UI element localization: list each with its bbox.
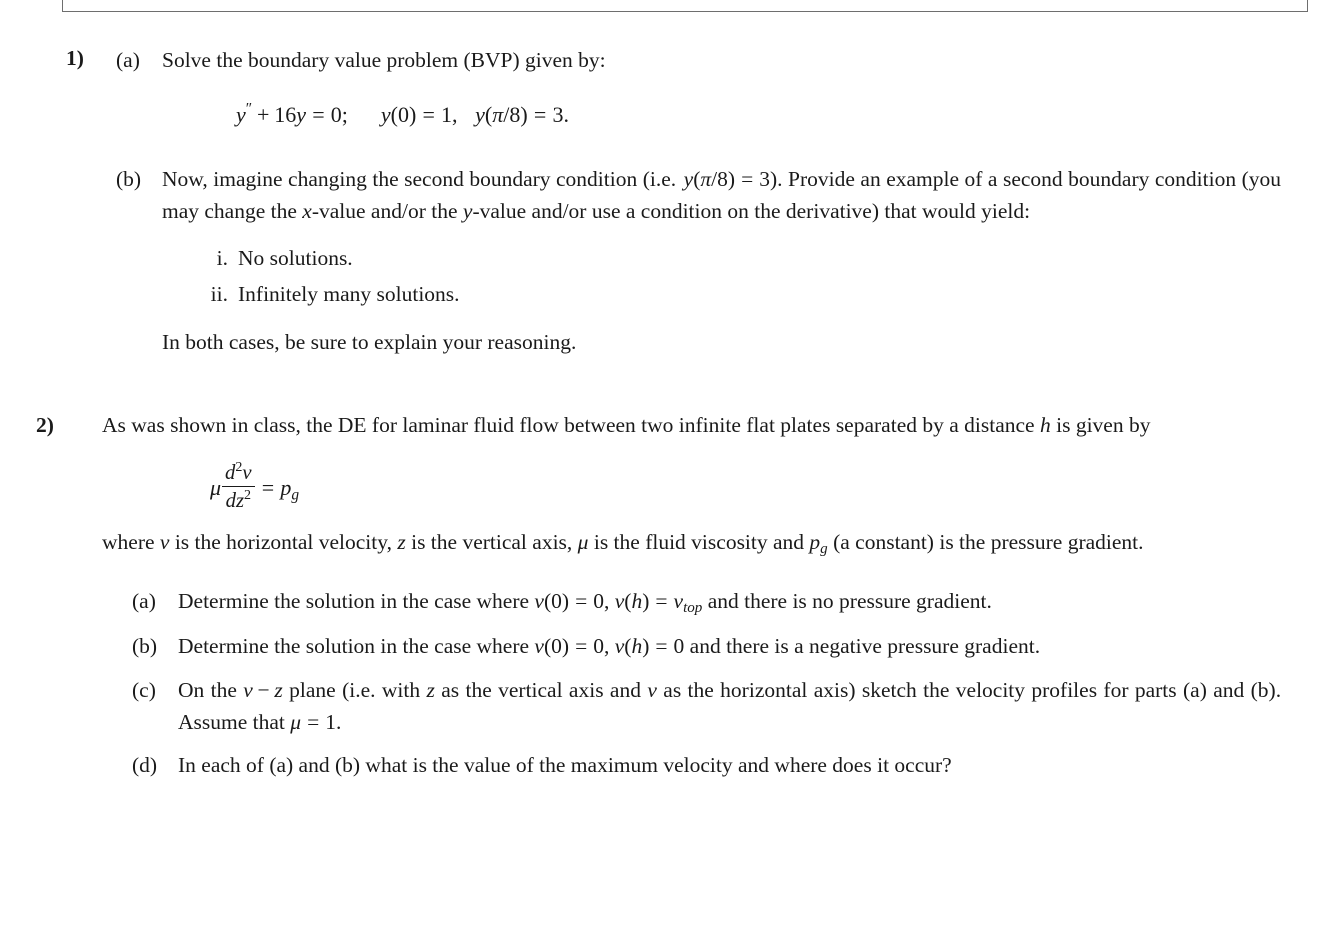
header-due-date-box: 2nd at 11:59 P.M.: [62, 0, 1308, 12]
problem-2-equation: μ d2v dz2 = pg: [102, 458, 1281, 513]
where-text-1: where: [102, 529, 155, 554]
problem-1-part-b-text-4: -value and/or use a condition on the der…: [472, 198, 1031, 223]
problem-2-part-c-label: (c): [132, 677, 156, 702]
problem-1-part-b-closing: In both cases, be sure to explain your r…: [162, 329, 577, 354]
inline-math-h: h: [1039, 413, 1051, 437]
problem-2-part-a-label: (a): [132, 589, 156, 613]
where-text-5: (a constant) is the pressure gradient.: [833, 529, 1144, 554]
problem-1-part-a: (a) Solve the boundary value problem (BV…: [116, 45, 1281, 77]
problem-1-part-b-text-1: Now, imagine changing the second boundar…: [162, 167, 677, 192]
problem-2-part-b-label: (b): [132, 634, 158, 659]
fraction-d2v-dz2: d2v dz2: [222, 459, 255, 513]
problem-1-part-a-body: Solve the boundary value problem (BVP) g…: [162, 45, 1281, 77]
inline-math-bc-original: y(π/8) = 3: [683, 167, 770, 192]
problem-2-part-d-text: In each of (a) and (b) what is the value…: [178, 753, 952, 778]
where-text-4: is the fluid viscosity and: [593, 529, 805, 554]
problem-2-part-d: (d) In each of (a) and (b) what is the v…: [132, 750, 1281, 782]
problem-2-intro: As was shown in class, the DE for lamina…: [102, 410, 1281, 782]
problem-2-part-c-text-3: as the vertical axis and: [441, 677, 641, 702]
inline-math-mu: μ: [577, 529, 589, 554]
roman-item-ii-label: ii.: [210, 282, 228, 307]
inline-math-v-horizontal: v: [647, 677, 657, 702]
problem-2-intro-text-1: As was shown in class, the DE for lamina…: [102, 413, 1035, 437]
problem-2-part-c: (c) On the v − z plane (i.e. with z as the…: [132, 675, 1281, 738]
problem-2-part-b-text-2: and there is a negative pressure gradien…: [689, 634, 1041, 659]
problem-1-part-b-label: (b): [116, 167, 142, 192]
subscript-top: top: [683, 600, 703, 617]
where-text-3: is the vertical axis,: [411, 529, 573, 554]
problem-2-part-b-text-1: Determine the solution in the case where: [178, 634, 530, 659]
problem-2-part-c-text-2: plane (i.e. with: [289, 677, 421, 702]
inline-math-mu-equals-1: μ = 1: [290, 709, 336, 734]
roman-item-i-label: i.: [216, 246, 228, 271]
roman-item-ii-text: Infinitely many solutions.: [238, 282, 460, 307]
problem-1-number: 1): [66, 46, 84, 70]
problem-2-part-d-label: (d): [132, 753, 158, 778]
inline-math-bc-a: v(0) = 0, v(h) = vtop: [534, 589, 703, 617]
problem-1-part-a-label: (a): [116, 48, 140, 72]
problem-1-part-b: (b) Now, imagine changing the second bou…: [116, 164, 1281, 358]
problem-2-intro-text: As was shown in class, the DE for lamina…: [102, 410, 1281, 442]
inline-math-x: x: [302, 198, 312, 223]
problem-2-part-a-text-1: Determine the solution in the case where: [178, 589, 530, 613]
inline-math-y: y: [462, 198, 473, 223]
problem-2-part-a-text-2: and there is no pressure gradient.: [707, 589, 992, 613]
problem-2-intro-text-2: is given by: [1056, 413, 1151, 437]
problem-2-part-c-text-1: On the: [178, 677, 237, 702]
inline-math-z: z: [397, 529, 406, 554]
problem-1-part-a-equation: y″ +16y = 0; y(0) = 1, y(π/8) = 3.: [66, 99, 1281, 132]
problem-2-part-b: (b) Determine the solution in the case w…: [132, 631, 1281, 663]
equation-bvp: y″ +16y = 0; y(0) = 1, y(π/8) = 3.: [236, 100, 569, 127]
inline-math-v: v: [159, 529, 170, 554]
problem-2-where-text: where v is the horizontal velocity, z is…: [102, 527, 1281, 560]
roman-item-i-text: No solutions.: [238, 246, 353, 271]
inline-math-z-vertical: z: [426, 677, 435, 702]
roman-item-i: i. No solutions.: [194, 243, 1281, 275]
inline-math-bc-b: v(0) = 0, v(h) = 0: [534, 634, 685, 659]
problem-2-part-c-text-5: .: [336, 709, 342, 734]
problem-1-part-b-body: Now, imagine changing the second boundar…: [162, 164, 1281, 227]
problem-2-part-b-body: Determine the solution in the case where…: [178, 631, 1281, 663]
problem-1-part-b-text-3: -value and/or the: [311, 198, 458, 223]
problem-2-number: 2): [36, 413, 54, 437]
problem-1-part-b-roman-list: i. No solutions. ii. Infinitely many sol…: [194, 243, 1281, 310]
header-due-date-text: 2nd at 11:59 P.M.: [77, 0, 233, 3]
problem-2: 2) As was shown in class, the DE for lam…: [36, 410, 1281, 782]
roman-item-ii: ii. Infinitely many solutions.: [194, 279, 1281, 311]
problem-2-part-a: (a) Determine the solution in the case w…: [132, 586, 1281, 619]
inline-math-pg: pg: [809, 529, 828, 557]
problem-1-part-a-text: Solve the boundary value problem (BVP) g…: [162, 48, 606, 72]
problem-2-part-a-body: Determine the solution in the case where…: [178, 586, 1281, 619]
problem-1: 1) (a) Solve the boundary value problem …: [66, 43, 1281, 358]
problem-2-part-c-body: On the v − z plane (i.e. with z as the ver…: [178, 675, 1281, 738]
equation-laminar-flow: μ d2v dz2 = pg: [210, 458, 300, 512]
where-text-2: is the horizontal velocity,: [174, 529, 392, 554]
inline-math-vz-plane: v − z: [243, 677, 283, 702]
